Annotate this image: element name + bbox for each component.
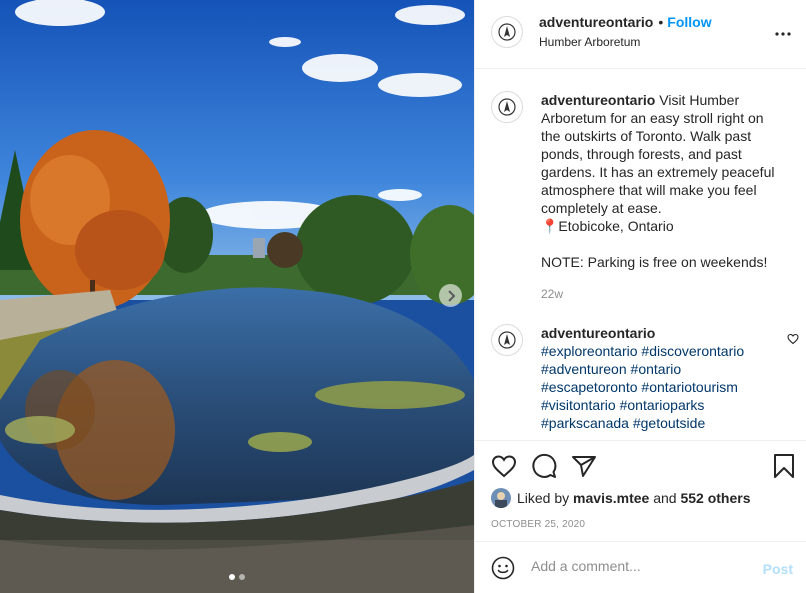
post-date[interactable]: OCTOBER 25, 2020 [491, 519, 585, 530]
hashtag-link[interactable]: #escapetoronto [541, 379, 638, 395]
emoji-button[interactable] [491, 556, 515, 585]
carousel-dot [239, 574, 245, 580]
hashtag-list: #exploreontario #discoverontario #advent… [541, 343, 744, 431]
caption-timestamp[interactable]: 22w [541, 285, 781, 303]
hashtag-body: adventureontario #exploreontario #discov… [541, 324, 781, 432]
save-button[interactable] [770, 452, 798, 480]
compass-logo-icon [498, 98, 516, 116]
post-username[interactable]: adventureontario [539, 14, 653, 30]
avatar[interactable] [491, 16, 523, 48]
caption-username[interactable]: adventureontario [541, 92, 655, 108]
bookmark-icon [774, 454, 794, 478]
post-details-panel: adventureontario • Follow Humber Arboretum… [474, 0, 806, 593]
comment-button[interactable] [530, 452, 558, 480]
caption-text: Visit Humber Arboretum for an easy strol… [541, 92, 775, 270]
landscape-image [0, 0, 474, 593]
hashtag-link[interactable]: #ontario [631, 361, 682, 377]
heart-icon [491, 455, 517, 478]
caption-body: adventureontario Visit Humber Arboretum … [541, 91, 781, 303]
heart-icon [787, 333, 799, 345]
comment-like-button[interactable] [787, 332, 799, 350]
header-user-line: adventureontario • Follow [539, 14, 712, 30]
follow-button[interactable]: Follow [667, 14, 711, 30]
hashtag-link[interactable]: #exploreontario [541, 343, 638, 359]
hashtag-link[interactable]: #ontarioparks [620, 397, 705, 413]
liker-username[interactable]: mavis.mtee [573, 490, 649, 506]
post-location[interactable]: Humber Arboretum [539, 35, 640, 49]
profile-photo-icon [491, 488, 511, 508]
more-options-icon [775, 32, 791, 36]
likes-conjunction: and [653, 490, 677, 506]
avatar[interactable] [491, 91, 523, 123]
comment-icon [532, 453, 557, 478]
post-actions: Liked by mavis.mtee and 552 others OCTOB… [475, 440, 806, 541]
carousel-next-button[interactable] [439, 284, 462, 307]
hashtag-link[interactable]: #adventureon [541, 361, 627, 377]
liker-avatar[interactable] [491, 488, 511, 508]
avatar[interactable] [491, 324, 523, 356]
comment-input[interactable] [531, 558, 741, 574]
more-options-button[interactable] [771, 22, 795, 46]
carousel-dot [229, 574, 235, 580]
like-button[interactable] [490, 452, 518, 480]
post-comment-button[interactable]: Post [763, 561, 793, 577]
likes-count-link[interactable]: 552 others [680, 490, 750, 506]
emoji-icon [491, 556, 515, 580]
comment-username[interactable]: adventureontario [541, 325, 655, 341]
hashtag-link[interactable]: #getoutside [633, 415, 705, 431]
liked-by-prefix: Liked by [517, 490, 570, 506]
likes-summary: Liked by mavis.mtee and 552 others [491, 487, 751, 509]
share-button[interactable] [570, 452, 598, 480]
hashtag-link[interactable]: #parkscanada [541, 415, 629, 431]
compass-logo-icon [498, 23, 516, 41]
carousel-indicator [0, 574, 474, 580]
post-header: adventureontario • Follow Humber Arboretum [475, 0, 806, 69]
hashtag-link[interactable]: #discoverontario [641, 343, 744, 359]
separator-dot: • [658, 14, 664, 30]
compass-logo-icon [498, 331, 516, 349]
hashtag-link[interactable]: #ontariotourism [641, 379, 738, 395]
chevron-right-icon [447, 289, 455, 302]
comments-section[interactable]: adventureontario Visit Humber Arboretum … [475, 69, 806, 440]
post-photo[interactable] [0, 0, 474, 593]
paper-plane-icon [572, 456, 596, 477]
hashtag-link[interactable]: #visitontario [541, 397, 616, 413]
add-comment-form: Post [475, 541, 806, 593]
